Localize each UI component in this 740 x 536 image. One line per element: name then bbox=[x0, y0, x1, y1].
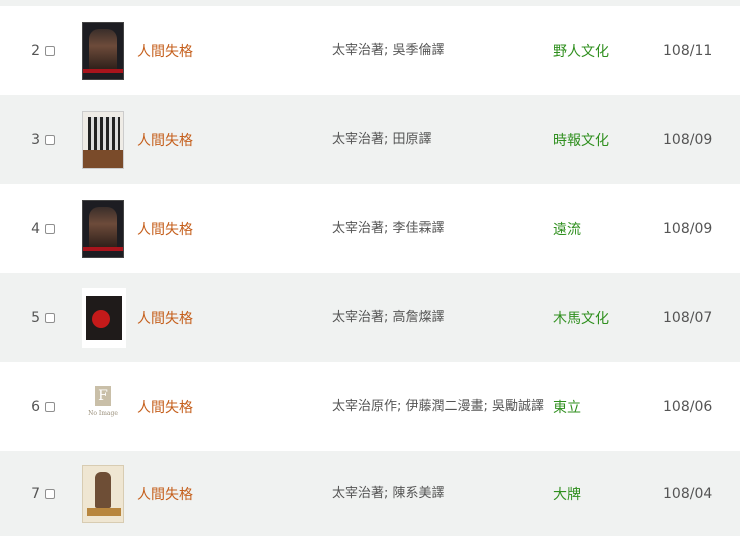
row-number: 2 bbox=[31, 42, 40, 59]
row-number: 5 bbox=[31, 309, 40, 326]
row-checkbox[interactable] bbox=[45, 45, 55, 56]
row-number: 6 bbox=[31, 398, 40, 415]
publisher-link[interactable]: 野人文化 bbox=[553, 41, 663, 61]
book-cover-cell[interactable] bbox=[82, 21, 137, 80]
table-row: 3 人間失格 太宰治著; 田原譯 時報文化 108/09 bbox=[0, 95, 740, 184]
book-cover-cell[interactable] bbox=[82, 110, 137, 169]
book-title-link[interactable]: 人間失格 bbox=[137, 308, 332, 328]
no-image-placeholder[interactable]: F No Image bbox=[82, 377, 124, 436]
table-row: 4 人間失格 太宰治著; 李佳霖譯 遠流 108/09 bbox=[0, 184, 740, 273]
book-author: 太宰治著; 李佳霖譯 bbox=[332, 221, 445, 236]
publisher-link[interactable]: 大牌 bbox=[553, 484, 663, 504]
table-row: 2 人間失格 太宰治著; 吳季倫譯 野人文化 108/11 bbox=[0, 6, 740, 95]
book-cover-cell[interactable] bbox=[82, 464, 137, 523]
table-row: 6 F No Image 人間失格 太宰治原作; 伊藤潤二漫畫; 吳勵誠譯 東立… bbox=[0, 362, 740, 451]
book-author: 太宰治著; 吳季倫譯 bbox=[332, 43, 445, 58]
row-number: 7 bbox=[31, 485, 40, 502]
row-checkbox[interactable] bbox=[45, 223, 55, 234]
publish-date: 108/09 bbox=[663, 131, 713, 148]
row-number: 4 bbox=[31, 220, 40, 237]
table-row: 7 人間失格 太宰治著; 陳系美譯 大牌 108/04 bbox=[0, 451, 740, 536]
book-author: 太宰治著; 高詹燦譯 bbox=[332, 310, 445, 325]
book-cover-image[interactable] bbox=[82, 199, 124, 258]
book-cover-image[interactable] bbox=[82, 464, 124, 523]
publish-date: 108/09 bbox=[663, 220, 713, 237]
book-author: 太宰治著; 田原譯 bbox=[332, 132, 432, 147]
publisher-link[interactable]: 東立 bbox=[553, 397, 663, 417]
book-cover-image[interactable] bbox=[82, 110, 124, 169]
book-cover-cell[interactable]: F No Image bbox=[82, 377, 137, 436]
search-results-table: 2 人間失格 太宰治著; 吳季倫譯 野人文化 108/11 3 人間失格 太宰治… bbox=[0, 0, 740, 536]
book-title-link[interactable]: 人間失格 bbox=[137, 484, 332, 504]
row-checkbox[interactable] bbox=[45, 134, 55, 145]
publish-date: 108/06 bbox=[663, 398, 713, 415]
book-cover-cell[interactable] bbox=[82, 199, 137, 258]
publisher-link[interactable]: 木馬文化 bbox=[553, 308, 663, 328]
book-author: 太宰治著; 陳系美譯 bbox=[332, 486, 445, 501]
book-title-link[interactable]: 人間失格 bbox=[137, 41, 332, 61]
table-row: 5 人間失格 太宰治著; 高詹燦譯 木馬文化 108/07 bbox=[0, 273, 740, 362]
book-title-link[interactable]: 人間失格 bbox=[137, 130, 332, 150]
publish-date: 108/11 bbox=[663, 42, 713, 59]
publisher-link[interactable]: 時報文化 bbox=[553, 130, 663, 150]
book-cover-cell[interactable] bbox=[82, 287, 137, 348]
row-checkbox[interactable] bbox=[45, 312, 55, 323]
book-title-link[interactable]: 人間失格 bbox=[137, 397, 332, 417]
row-number: 3 bbox=[31, 131, 40, 148]
row-checkbox[interactable] bbox=[45, 488, 55, 499]
book-cover-image[interactable] bbox=[82, 287, 126, 348]
publish-date: 108/07 bbox=[663, 309, 713, 326]
publisher-link[interactable]: 遠流 bbox=[553, 219, 663, 239]
publish-date: 108/04 bbox=[663, 485, 713, 502]
book-cover-image[interactable] bbox=[82, 21, 124, 80]
row-checkbox[interactable] bbox=[45, 401, 55, 412]
no-image-label: No Image bbox=[88, 409, 118, 417]
book-title-link[interactable]: 人間失格 bbox=[137, 219, 332, 239]
no-image-letter: F bbox=[95, 385, 111, 406]
book-author: 太宰治原作; 伊藤潤二漫畫; 吳勵誠譯 bbox=[332, 399, 545, 414]
